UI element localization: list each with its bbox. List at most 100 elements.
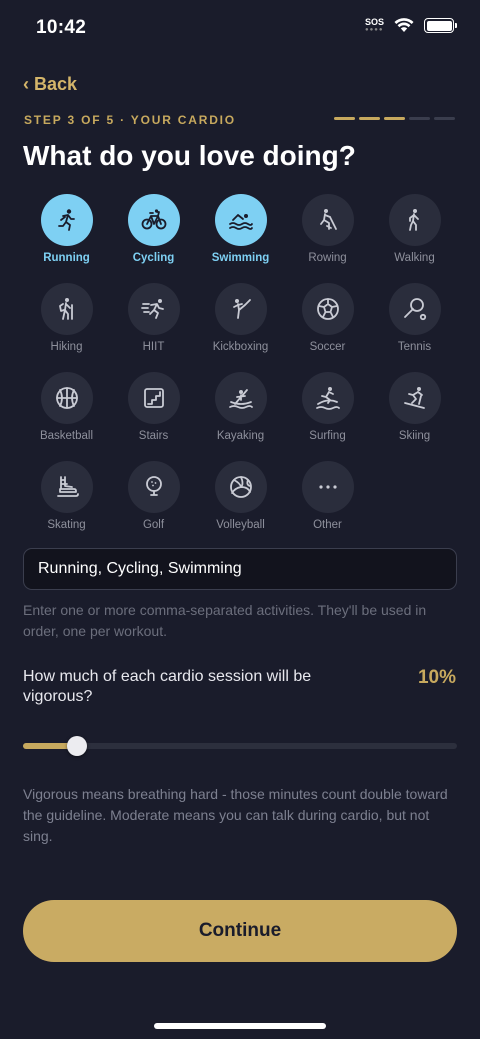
activity-volleyball[interactable]: Volleyball [197,461,284,531]
volleyball-icon [229,476,252,498]
activity-swimming[interactable]: Swimming [197,194,284,264]
more-dots-icon [318,485,337,489]
activity-circle[interactable] [214,372,267,424]
activity-walking[interactable]: Walking [371,194,458,264]
vigorous-note: Vigorous means breathing hard - those mi… [23,786,448,844]
activity-skiing[interactable]: Skiing [371,372,458,442]
progress-segment [334,117,355,120]
status-icons: SOS ●●●● [364,17,457,34]
activity-label: Stairs [138,430,169,442]
activity-label: Kickboxing [212,341,269,353]
cycling-icon [141,209,166,230]
hiking-icon [58,298,73,320]
activity-circle[interactable] [127,283,180,335]
activity-circle[interactable] [301,372,354,424]
activity-label: Surfing [309,430,346,442]
battery-icon [424,18,457,33]
home-indicator [154,1023,326,1029]
activity-skating[interactable]: Skating [23,461,110,531]
activity-circle[interactable] [301,283,354,335]
golf-ball-icon [145,476,162,496]
activity-hiking[interactable]: Hiking [23,283,110,353]
activity-surfing[interactable]: Surfing [284,372,371,442]
activity-tennis[interactable]: Tennis [371,283,458,353]
back-button[interactable]: ‹ Back [23,74,77,95]
activity-kayaking[interactable]: Kayaking [197,372,284,442]
wifi-icon [394,18,414,32]
page-title: What do you love doing? [23,140,356,171]
activities-hint: Enter one or more comma-separated activi… [23,602,427,639]
activity-rowing[interactable]: Rowing [284,194,371,264]
activity-circle[interactable] [40,461,93,513]
activity-circle[interactable] [40,194,93,246]
activities-input[interactable] [23,548,457,590]
basketball-icon [55,387,78,409]
activity-circle[interactable] [301,194,354,246]
activity-circle[interactable] [301,461,354,513]
swimming-icon [228,214,253,230]
hiit-icon [140,299,164,319]
walking-icon [408,209,419,231]
activity-label: Tennis [397,341,432,353]
activity-label: HIIT [142,341,165,353]
continue-button[interactable]: Continue [23,900,457,962]
activity-label: Soccer [309,341,346,353]
sos-indicator: SOS ●●●● [364,17,384,34]
activity-circle[interactable] [214,461,267,513]
progress-segment [409,117,430,120]
activity-circle[interactable] [127,372,180,424]
activity-circle[interactable] [127,461,180,513]
progress-segment [434,117,455,120]
soccer-ball-icon [316,298,339,320]
activity-label: Kayaking [216,430,265,442]
activity-kickboxing[interactable]: Kickboxing [197,283,284,353]
stairs-icon [143,388,164,408]
activity-label: Cycling [132,252,175,264]
activity-label: Volleyball [216,519,265,531]
slider-track[interactable] [23,743,457,749]
step-label: STEP 3 OF 5 · YOUR CARDIO [24,113,236,127]
activity-cycling[interactable]: Cycling [110,194,197,264]
kayaking-icon [228,389,253,409]
status-time: 10:42 [36,17,87,38]
activity-label: Rowing [308,252,347,264]
activity-label: Hiking [50,341,83,353]
tennis-racket-icon [403,298,426,321]
activity-label: Basketball [39,430,94,442]
slider-thumb[interactable] [66,736,87,756]
activity-circle[interactable] [127,194,180,246]
activity-label: Golf [142,519,165,531]
activity-label: Swimming [211,252,270,264]
activity-circle[interactable] [388,194,441,246]
activity-basketball[interactable]: Basketball [23,372,110,442]
kickboxing-icon [232,299,251,319]
activity-stairs[interactable]: Stairs [110,372,197,442]
activity-circle[interactable] [388,283,441,335]
activity-label: Skiing [398,430,431,442]
activity-label: Walking [394,252,435,264]
activity-label: Other [313,519,342,531]
activity-label: Running [43,252,90,264]
activity-circle[interactable] [214,194,267,246]
activity-other[interactable]: Other [284,461,371,531]
step-progress [334,117,455,120]
vigorous-slider[interactable] [23,736,457,756]
activity-circle[interactable] [388,372,441,424]
vigorous-percent: 10% [417,667,456,688]
status-bar: 10:42 SOS ●●●● [0,0,480,56]
surfing-icon [315,387,340,410]
activity-running[interactable]: Running [23,194,110,264]
activity-golf[interactable]: Golf [110,461,197,531]
progress-segment [359,117,380,120]
activity-circle[interactable] [40,283,93,335]
vigorous-question: How much of each cardio session will be … [23,668,312,705]
progress-segment [384,117,405,120]
activity-circle[interactable] [214,283,267,335]
skiing-icon [403,387,425,409]
activity-circle[interactable] [40,372,93,424]
activity-soccer[interactable]: Soccer [284,283,371,353]
rowing-icon [319,209,337,230]
activity-label: Skating [47,519,86,531]
running-icon [57,209,75,231]
activity-hiit[interactable]: HIIT [110,283,197,353]
